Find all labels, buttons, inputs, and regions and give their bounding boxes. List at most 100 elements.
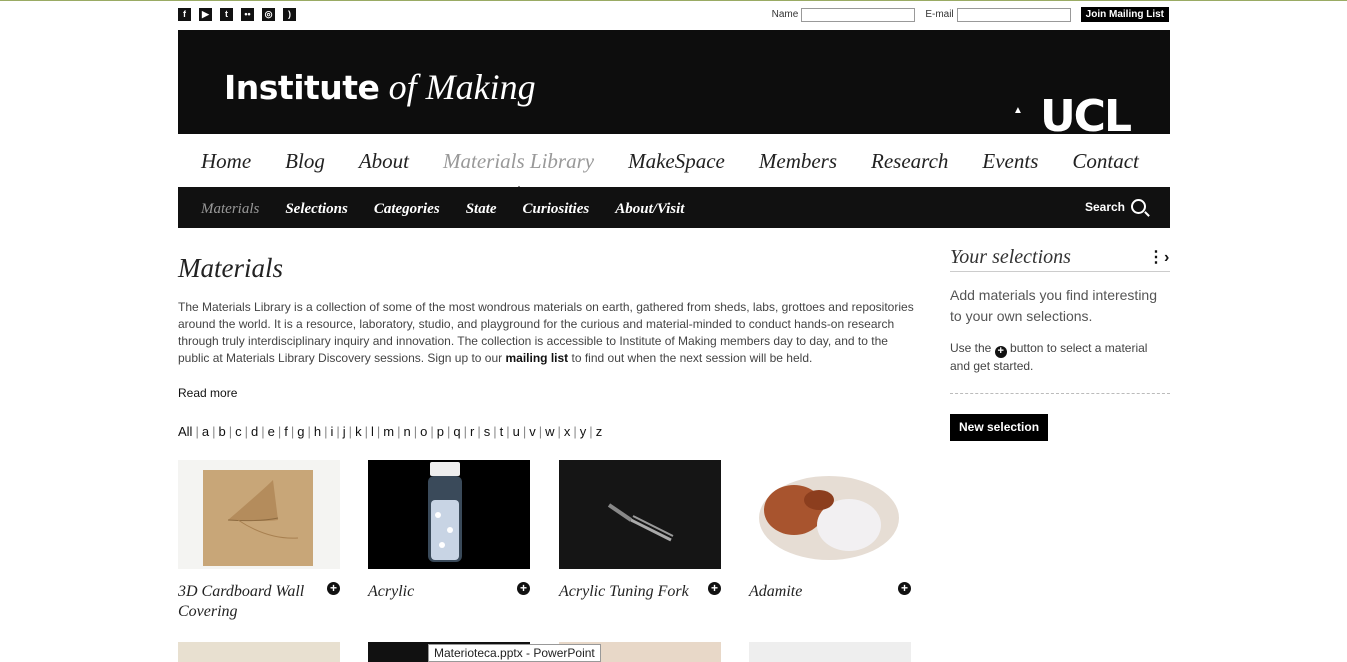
material-card[interactable]: 3D Cardboard Wall Covering + xyxy=(178,460,340,620)
alphabet-letter-f[interactable]: f xyxy=(284,424,288,439)
material-image[interactable] xyxy=(178,642,340,662)
alphabet-letter-g[interactable]: g xyxy=(297,424,304,439)
alphabet-letter-c[interactable]: c xyxy=(235,424,242,439)
material-card[interactable]: Acrylic + xyxy=(368,460,530,600)
alphabet-letter-u[interactable]: u xyxy=(513,424,520,439)
subnav-categories[interactable]: Categories xyxy=(374,201,440,218)
alphabet-filter: All | a | b | c | d | e | f | g | h | i | j | k | l | m | n | o | p | q | r |… xyxy=(178,424,602,439)
subnav-materials[interactable]: Materials xyxy=(201,201,259,218)
material-image[interactable] xyxy=(368,460,530,569)
flickr-icon[interactable]: •• xyxy=(241,8,254,21)
nav-contact[interactable]: Contact xyxy=(1072,149,1139,174)
alphabet-letter-x[interactable]: x xyxy=(564,424,571,439)
nav-makespace[interactable]: MakeSpace xyxy=(628,149,725,174)
alphabet-letter-i[interactable]: i xyxy=(331,424,334,439)
alphabet-letter-n[interactable]: n xyxy=(403,424,410,439)
material-title[interactable]: 3D Cardboard Wall Covering xyxy=(178,582,308,622)
alphabet-letter-z[interactable]: z xyxy=(596,424,603,439)
social-links: f ▶ t •• ◎ ) xyxy=(178,8,296,21)
alphabet-letter-p[interactable]: p xyxy=(437,424,444,439)
selections-hint: Use the + button to select a material an… xyxy=(950,340,1170,375)
facebook-icon[interactable]: f xyxy=(178,8,191,21)
name-label: Name xyxy=(771,9,799,20)
alphabet-letter-l[interactable]: l xyxy=(371,424,374,439)
ucl-dome-icon: ▲ xyxy=(1013,105,1023,116)
add-to-selection-icon[interactable]: + xyxy=(517,582,530,595)
add-to-selection-icon[interactable]: + xyxy=(898,582,911,595)
divider xyxy=(950,393,1170,394)
material-card[interactable]: Adamite + xyxy=(749,460,911,600)
name-input[interactable] xyxy=(801,7,916,22)
email-label: E-mail xyxy=(925,9,954,20)
mailing-form: Name E-mail Join Mailing List xyxy=(772,7,1169,22)
subnav-selections[interactable]: Selections xyxy=(285,201,348,218)
material-image[interactable] xyxy=(178,460,340,569)
join-mailing-list-button[interactable]: Join Mailing List xyxy=(1080,7,1169,22)
alphabet-letter-v[interactable]: v xyxy=(529,424,536,439)
selections-expand-icon[interactable]: ⋮› xyxy=(1148,247,1169,267)
nav-about[interactable]: About xyxy=(359,149,409,174)
selections-text: Add materials you find interesting to yo… xyxy=(950,287,1157,324)
intro-part-2: to find out when the next session will b… xyxy=(568,351,813,365)
material-card[interactable]: Acrylic Tuning Fork + xyxy=(559,460,721,600)
add-to-selection-icon[interactable]: + xyxy=(327,582,340,595)
alphabet-letter-d[interactable]: d xyxy=(251,424,258,439)
add-to-selection-icon[interactable]: + xyxy=(708,582,721,595)
alphabet-letter-r[interactable]: r xyxy=(470,424,474,439)
read-more-link[interactable]: Read more xyxy=(178,386,237,400)
alphabet-letter-y[interactable]: y xyxy=(580,424,587,439)
material-title[interactable]: Adamite xyxy=(749,582,879,602)
material-title[interactable]: Acrylic Tuning Fork xyxy=(559,582,689,602)
alphabet-letter-a[interactable]: a xyxy=(202,424,209,439)
alphabet-separator: | xyxy=(589,424,593,439)
site-logo[interactable]: Institute of Making xyxy=(224,66,536,108)
nav-blog[interactable]: Blog xyxy=(285,149,325,174)
nav-home[interactable]: Home xyxy=(201,149,251,174)
alphabet-letter-b[interactable]: b xyxy=(218,424,225,439)
alphabet-separator: | xyxy=(538,424,543,439)
nav-materials-library[interactable]: Materials Library xyxy=(443,149,594,193)
nav-members[interactable]: Members xyxy=(759,149,837,174)
alphabet-letter-all[interactable]: All xyxy=(178,424,192,439)
instagram-icon[interactable]: ◎ xyxy=(262,8,275,21)
main-nav: Home Blog About Materials Library MakeSp… xyxy=(178,135,1170,193)
logo-text-a: Institute xyxy=(224,68,380,107)
alphabet-letter-s[interactable]: s xyxy=(484,424,491,439)
hint-part-a: Use the xyxy=(950,341,992,355)
subnav-curiosities[interactable]: Curiosities xyxy=(523,201,590,218)
site-banner: Institute of Making ▲ UCL xyxy=(178,30,1170,134)
email-input[interactable] xyxy=(956,7,1071,22)
search-icon xyxy=(1131,199,1146,214)
mailing-list-link[interactable]: mailing list xyxy=(505,351,568,365)
twitter-icon[interactable]: t xyxy=(220,8,233,21)
alphabet-separator: | xyxy=(277,424,282,439)
alphabet-letter-k[interactable]: k xyxy=(355,424,362,439)
ucl-logo[interactable]: UCL xyxy=(1040,91,1132,134)
material-image[interactable] xyxy=(749,460,911,569)
search-label: Search xyxy=(1084,199,1125,214)
alphabet-letter-t[interactable]: t xyxy=(500,424,504,439)
new-selection-button[interactable]: New selection xyxy=(950,414,1049,441)
material-image[interactable] xyxy=(559,460,721,569)
alphabet-letter-h[interactable]: h xyxy=(314,424,321,439)
nav-research[interactable]: Research xyxy=(871,149,948,174)
alphabet-letter-m[interactable]: m xyxy=(383,424,394,439)
alphabet-separator: | xyxy=(212,424,216,439)
subnav-about-visit[interactable]: About/Visit xyxy=(615,201,684,218)
search-button[interactable]: Search xyxy=(1085,199,1146,214)
alphabet-letter-w[interactable]: w xyxy=(545,424,554,439)
subnav-state[interactable]: State xyxy=(466,201,497,218)
nav-events[interactable]: Events xyxy=(982,149,1038,174)
alphabet-letter-j[interactable]: j xyxy=(343,424,346,439)
alphabet-letter-q[interactable]: q xyxy=(453,424,460,439)
alphabet-letter-o[interactable]: o xyxy=(420,424,427,439)
alphabet-separator: | xyxy=(228,424,233,439)
taskbar-tooltip: Materioteca.pptx - PowerPoint xyxy=(428,644,601,662)
alphabet-letter-e[interactable]: e xyxy=(268,424,275,439)
divider xyxy=(950,271,1170,272)
rss-icon[interactable]: ) xyxy=(283,8,296,21)
material-image[interactable] xyxy=(749,642,911,662)
material-title[interactable]: Acrylic xyxy=(368,582,498,602)
acrylic-image xyxy=(428,462,462,562)
youtube-icon[interactable]: ▶ xyxy=(199,8,212,21)
